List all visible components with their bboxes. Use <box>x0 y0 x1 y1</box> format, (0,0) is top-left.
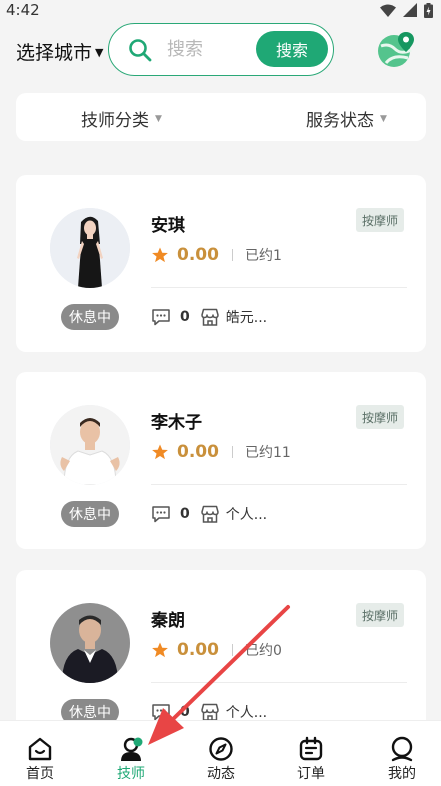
tab-orders[interactable]: 订单 <box>281 721 341 786</box>
status-bar: 4:42 <box>0 0 441 20</box>
comment-count: 0 <box>180 309 190 325</box>
tab-moments[interactable]: 动态 <box>191 721 251 786</box>
bottom-tab-bar: 首页 技师 动态 订单 我的 <box>0 720 441 786</box>
role-tag: 按摩师 <box>356 405 405 429</box>
shop-name: 个人... <box>225 705 268 721</box>
comment-icon <box>152 704 170 721</box>
tab-technician[interactable]: 技师 <box>101 721 161 786</box>
caret-down-icon: ▼ <box>380 114 387 124</box>
search-input[interactable] <box>167 36 257 62</box>
tab-label: 技师 <box>117 766 145 782</box>
comment-icon <box>152 309 170 326</box>
booked-count: 已约1 <box>244 248 282 264</box>
meta-row: 0 个人... <box>151 702 267 722</box>
technician-name: 李木子 <box>151 413 202 433</box>
map-pin-icon <box>378 32 414 67</box>
status-badge: 休息中 <box>61 304 119 330</box>
header: 选择城市 ▼ 搜索 <box>0 20 441 82</box>
booked-count: 已约11 <box>244 445 291 461</box>
status-badge: 休息中 <box>61 501 119 527</box>
shop-name: 皓元... <box>225 310 268 326</box>
avatar <box>50 603 130 683</box>
comment-count: 0 <box>180 506 190 522</box>
home-icon <box>28 737 52 761</box>
search-icon <box>129 39 152 62</box>
filter-service-status[interactable]: 服务状态 ▼ <box>306 106 387 131</box>
filter-category[interactable]: 技师分类 ▼ <box>81 106 162 131</box>
city-selector[interactable]: 选择城市 ▼ <box>16 38 103 65</box>
divider <box>231 249 233 261</box>
star-icon <box>152 444 168 460</box>
search-bar: 搜索 <box>108 23 334 76</box>
comment-icon <box>152 506 170 523</box>
comment-count: 0 <box>180 704 190 720</box>
rating-value: 0.00 <box>177 245 219 265</box>
tab-label: 我的 <box>388 766 416 782</box>
shop-name: 个人... <box>225 507 268 523</box>
technician-card[interactable]: 休息中 李木子 按摩师 0.00 已约11 0 个人... <box>16 372 426 549</box>
meta-row: 0 皓元... <box>151 307 267 327</box>
technician-name: 秦朗 <box>151 611 185 631</box>
avatar <box>50 208 130 288</box>
orders-icon <box>299 736 323 761</box>
wifi-icon <box>380 4 396 17</box>
role-tag: 按摩师 <box>356 603 405 627</box>
rating-value: 0.00 <box>177 442 219 462</box>
card-divider <box>151 484 407 485</box>
tab-label: 订单 <box>297 766 325 782</box>
shop-icon <box>201 308 219 326</box>
caret-down-icon: ▼ <box>155 114 162 124</box>
filter-status-label: 服务状态 <box>306 111 374 131</box>
city-label: 选择城市 <box>16 42 93 64</box>
technician-name: 安琪 <box>151 216 185 236</box>
status-icons <box>380 2 433 18</box>
booked-count: 已约0 <box>244 643 282 659</box>
technician-icon <box>121 737 143 761</box>
search-button[interactable]: 搜索 <box>256 31 328 67</box>
avatar <box>50 405 130 485</box>
tab-label: 首页 <box>26 766 54 782</box>
shop-icon <box>201 703 219 721</box>
rating-row: 0.00 已约11 <box>151 442 291 462</box>
rating-row: 0.00 已约1 <box>151 245 282 265</box>
divider <box>231 446 233 458</box>
card-divider <box>151 287 407 288</box>
map-button[interactable] <box>377 30 415 68</box>
tab-label: 动态 <box>207 766 235 782</box>
profile-icon <box>391 736 413 762</box>
signal-icon <box>403 3 417 17</box>
card-divider <box>151 682 407 683</box>
filter-bar: 技师分类 ▼ 服务状态 ▼ <box>16 93 426 141</box>
rating-row: 0.00 已约0 <box>151 640 282 660</box>
caret-down-icon: ▼ <box>95 46 104 59</box>
filter-category-label: 技师分类 <box>81 111 149 131</box>
tab-profile[interactable]: 我的 <box>372 721 432 786</box>
tab-home[interactable]: 首页 <box>10 721 70 786</box>
shop-icon <box>201 505 219 523</box>
rating-value: 0.00 <box>177 640 219 660</box>
technician-card[interactable]: 休息中 安琪 按摩师 0.00 已约1 0 皓元... <box>16 175 426 352</box>
role-tag: 按摩师 <box>356 208 405 232</box>
divider <box>231 644 233 656</box>
star-icon <box>152 642 168 658</box>
battery-icon <box>424 2 433 18</box>
status-time: 4:42 <box>6 1 40 19</box>
compass-icon <box>209 737 233 761</box>
meta-row: 0 个人... <box>151 504 267 524</box>
star-icon <box>152 247 168 263</box>
